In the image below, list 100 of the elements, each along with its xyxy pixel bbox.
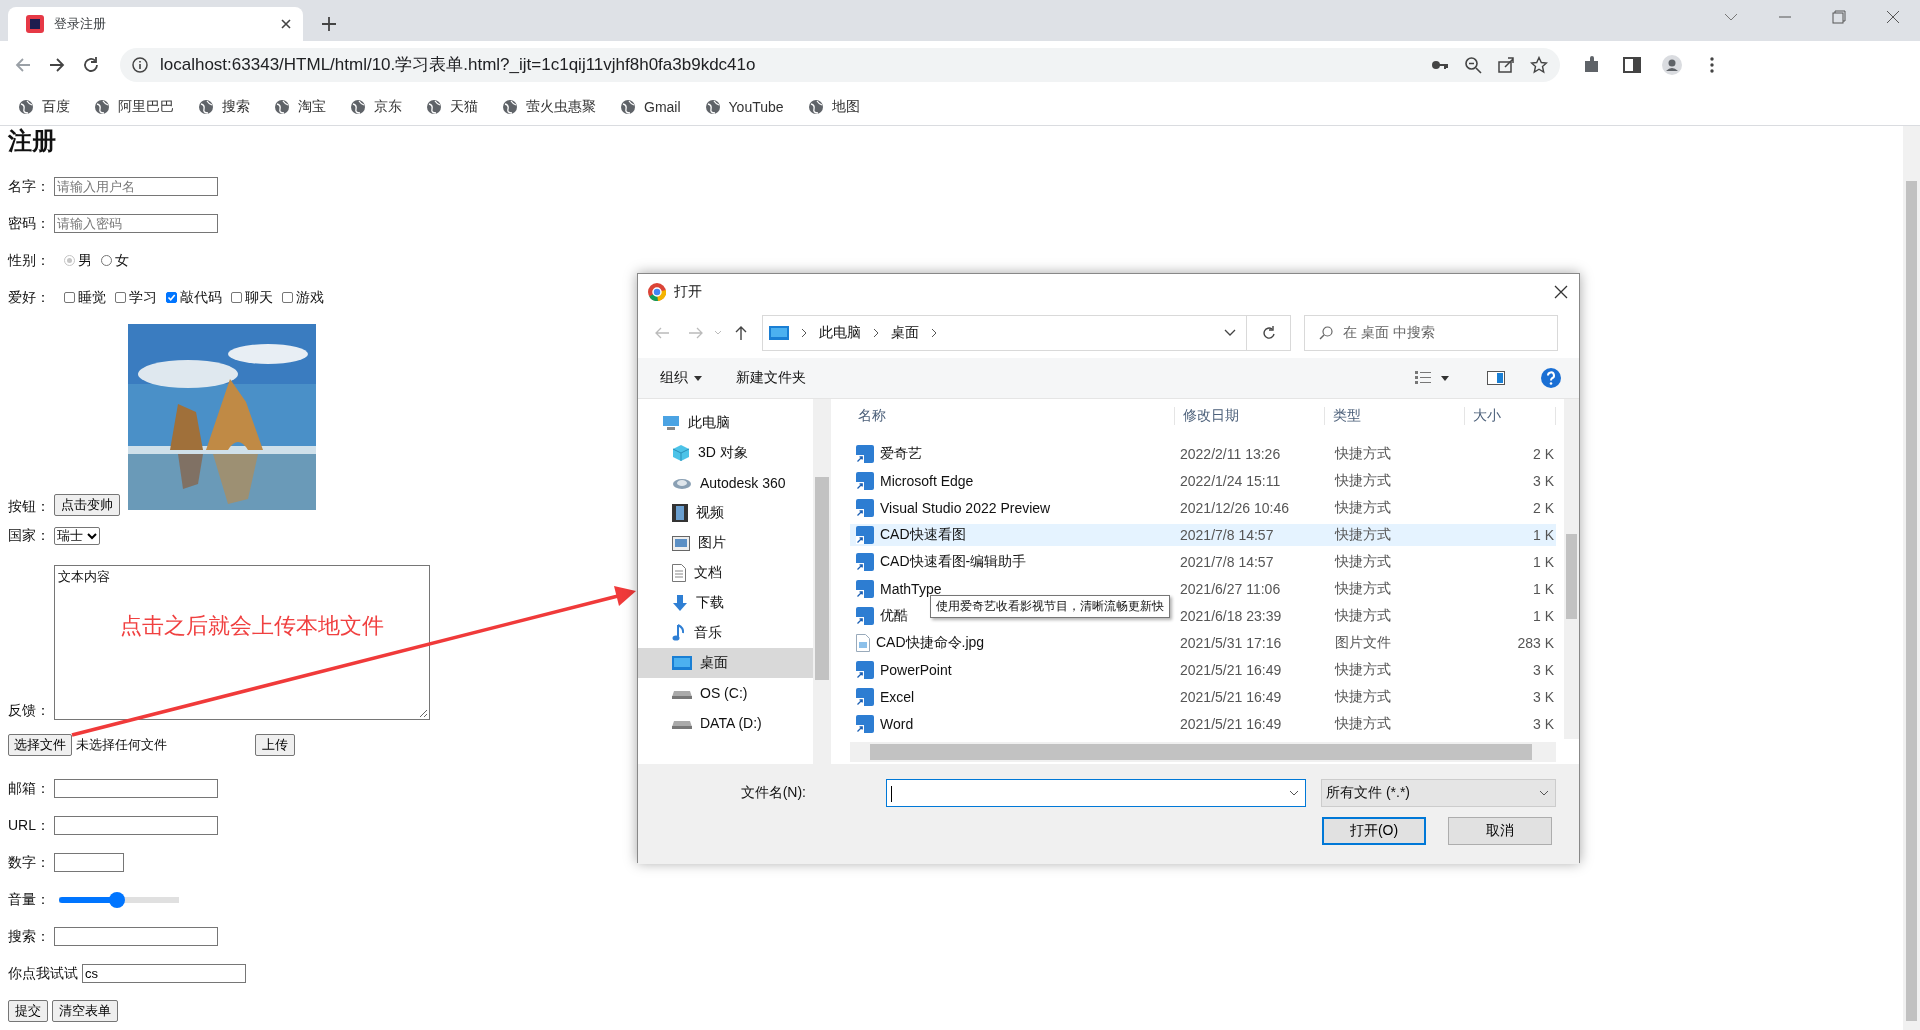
- new-tab-icon[interactable]: [321, 16, 337, 32]
- nav-item[interactable]: 视频: [638, 498, 813, 528]
- scrollbar[interactable]: [1903, 126, 1920, 1030]
- file-item[interactable]: Microsoft Edge: [850, 472, 974, 490]
- new-folder-button[interactable]: 新建文件夹: [736, 369, 806, 387]
- restore-icon[interactable]: [1832, 10, 1846, 24]
- bookmark[interactable]: 百度: [18, 97, 70, 116]
- checkbox[interactable]: [282, 292, 293, 303]
- organize-menu[interactable]: 组织: [660, 369, 702, 387]
- input-field[interactable]: [54, 816, 218, 835]
- breadcrumb-item[interactable]: 此电脑: [819, 324, 861, 342]
- scrollbar[interactable]: [850, 742, 1556, 762]
- help-icon[interactable]: [1541, 368, 1561, 388]
- scrollbar[interactable]: [1564, 399, 1579, 739]
- nav-item[interactable]: 图片: [638, 528, 813, 558]
- breadcrumb-item[interactable]: 桌面: [891, 324, 919, 342]
- page-heading: 注册: [8, 126, 57, 156]
- close-icon[interactable]: [1886, 10, 1900, 24]
- file-item[interactable]: CAD快速看图-编辑助手: [850, 553, 1027, 571]
- cloud-icon: [672, 476, 692, 490]
- field-label: 密码：: [8, 214, 50, 233]
- input-field[interactable]: cs: [82, 964, 246, 983]
- slider-thumb[interactable]: [108, 891, 125, 908]
- nav-item[interactable]: 此电脑: [638, 408, 813, 438]
- bookmark[interactable]: 阿里巴巴: [94, 97, 174, 116]
- checkbox[interactable]: [64, 292, 75, 303]
- checkbox[interactable]: [166, 292, 177, 303]
- preview-pane-icon[interactable]: [1487, 371, 1505, 385]
- file-name: Word: [880, 716, 914, 732]
- refresh-button[interactable]: [1247, 315, 1291, 351]
- file-size: 3 K: [1532, 689, 1555, 705]
- close-icon[interactable]: [1553, 284, 1569, 300]
- scrollbar[interactable]: [813, 399, 831, 764]
- address-bar[interactable]: 此电脑 桌面: [762, 315, 1247, 351]
- column-header[interactable]: 名称: [850, 407, 1175, 425]
- field-label: 反馈：: [8, 702, 50, 720]
- bookmark[interactable]: YouTube: [704, 98, 784, 115]
- file-item[interactable]: Word: [850, 715, 914, 733]
- view-icon[interactable]: [1415, 371, 1431, 385]
- close-icon[interactable]: [279, 17, 293, 31]
- bookmark[interactable]: 地图: [807, 97, 860, 116]
- input-field[interactable]: [54, 853, 124, 872]
- file-item[interactable]: 爱奇艺: [850, 445, 922, 463]
- column-header[interactable]: 修改日期: [1175, 407, 1325, 425]
- search-field[interactable]: 在 桌面 中搜索: [1304, 315, 1558, 351]
- nav-item[interactable]: OS (C:): [638, 678, 813, 708]
- file-item[interactable]: CAD快速看图: [850, 526, 966, 544]
- browser-tab[interactable]: 登录注册: [8, 7, 303, 41]
- chevron-down-icon[interactable]: [1224, 329, 1236, 337]
- file-item[interactable]: PowerPoint: [850, 661, 952, 679]
- change-button[interactable]: 点击变帅: [54, 494, 120, 516]
- zoom-out-icon[interactable]: [1464, 55, 1482, 74]
- country-select[interactable]: 瑞士: [54, 527, 100, 545]
- file-item[interactable]: MathType: [850, 580, 942, 598]
- nav-item[interactable]: 音乐: [638, 618, 813, 648]
- profile-icon[interactable]: [1662, 54, 1682, 75]
- file-item[interactable]: CAD快捷命令.jpg: [850, 634, 985, 652]
- filename-field[interactable]: [886, 779, 1306, 807]
- star-icon[interactable]: [1530, 55, 1548, 74]
- bookmark[interactable]: 淘宝: [274, 97, 326, 116]
- share-icon[interactable]: [1497, 55, 1515, 74]
- side-panel-icon[interactable]: [1622, 54, 1642, 75]
- input-field[interactable]: [54, 779, 218, 798]
- cancel-button[interactable]: 取消: [1448, 817, 1552, 845]
- choose-file-button[interactable]: 选择文件: [8, 734, 72, 756]
- input-field[interactable]: [54, 927, 218, 946]
- reset-button[interactable]: 清空表单: [52, 999, 118, 1022]
- bookmark[interactable]: 京东: [350, 97, 402, 116]
- reload-icon[interactable]: [82, 55, 100, 74]
- checkbox[interactable]: [115, 292, 126, 303]
- bookmark[interactable]: 天猫: [426, 97, 478, 116]
- forward-icon[interactable]: [48, 55, 66, 74]
- nav-item[interactable]: 桌面: [638, 648, 813, 678]
- bookmark[interactable]: 萤火虫惠聚: [502, 97, 596, 116]
- submit-button[interactable]: 提交: [8, 999, 48, 1022]
- radio-button[interactable]: [101, 255, 112, 266]
- nav-item[interactable]: DATA (D:): [638, 708, 813, 738]
- nav-item[interactable]: 下载: [638, 588, 813, 618]
- address-bar[interactable]: localhost:63343/HTML/html/10.学习表单.html?_ijt=1c1qij11vjhf8h0fa3b9kdc41o: [120, 47, 1560, 82]
- caret-icon[interactable]: [1441, 375, 1449, 381]
- file-type-dropdown[interactable]: 所有文件 (*.*): [1321, 779, 1556, 807]
- open-button[interactable]: 打开(O): [1322, 817, 1426, 845]
- input-field[interactable]: 请输入密码: [54, 214, 218, 233]
- file-item[interactable]: Excel: [850, 688, 915, 706]
- upload-button[interactable]: 上传: [255, 734, 295, 756]
- file-name: Visual Studio 2022 Preview: [880, 500, 1051, 516]
- file-item[interactable]: Visual Studio 2022 Preview: [850, 499, 1051, 517]
- dialog-title: 打开: [674, 283, 702, 301]
- input-field[interactable]: 请输入用户名: [54, 177, 218, 196]
- bookmark[interactable]: 搜索: [198, 97, 250, 116]
- nav-item[interactable]: 文档: [638, 558, 813, 588]
- column-header[interactable]: 类型: [1325, 407, 1465, 425]
- nav-item[interactable]: Autodesk 360: [638, 468, 813, 498]
- back-icon[interactable]: [14, 55, 32, 74]
- nav-item[interactable]: 3D 对象: [638, 438, 813, 468]
- column-header[interactable]: 大小: [1465, 407, 1556, 425]
- bookmark[interactable]: Gmail: [620, 98, 681, 115]
- file-item[interactable]: 优酷: [850, 607, 908, 625]
- up-icon[interactable]: [734, 325, 748, 341]
- checkbox[interactable]: [231, 292, 242, 303]
